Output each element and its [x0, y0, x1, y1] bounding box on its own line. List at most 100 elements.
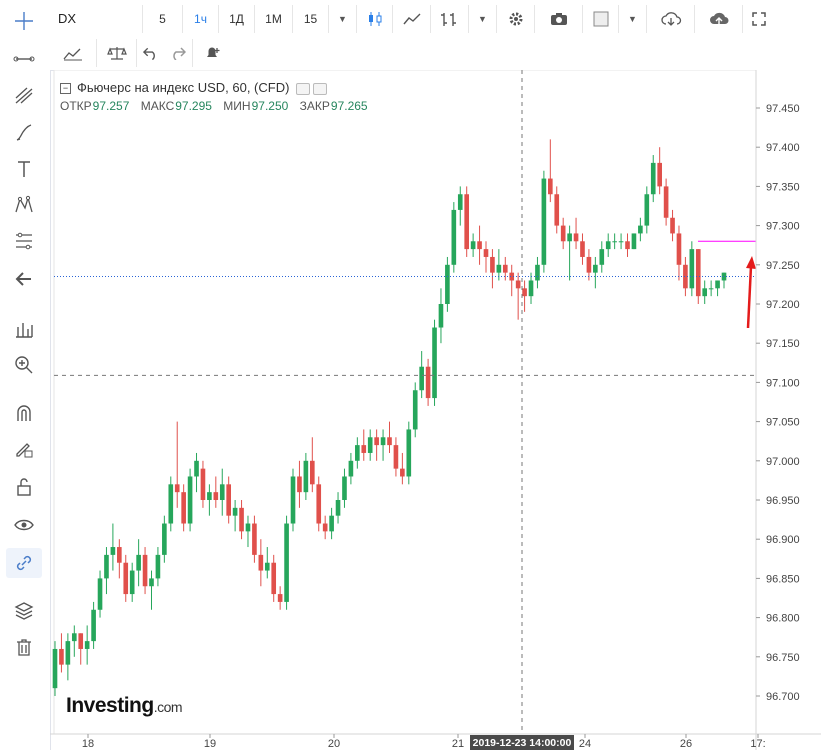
candle-body — [149, 578, 154, 587]
fullscreen-icon[interactable] — [742, 4, 774, 33]
candle-body — [560, 225, 566, 242]
candle-body — [97, 578, 103, 610]
time-tick-label: 26 — [680, 738, 692, 750]
interval-1m-button[interactable]: 1М — [254, 4, 292, 33]
close-label: ЗАКР — [299, 99, 330, 113]
interval-15-button[interactable]: 15 — [292, 4, 328, 33]
interval-1h-button[interactable]: 1ч — [182, 4, 218, 33]
candle-body — [226, 484, 231, 516]
pattern-icon[interactable] — [6, 190, 42, 220]
chart-type-dropdown[interactable]: ▼ — [468, 4, 496, 33]
candle-body — [297, 476, 302, 493]
price-tick-label: 97.400 — [766, 142, 800, 154]
settings-icon[interactable] — [496, 4, 534, 33]
brush-icon[interactable] — [6, 118, 42, 148]
measure-icon[interactable] — [6, 314, 42, 344]
crosshair-icon[interactable] — [6, 6, 42, 36]
line-icon[interactable] — [6, 44, 42, 74]
settings-small-icon[interactable] — [313, 82, 328, 95]
candle-body — [515, 280, 521, 289]
indicators-icon[interactable] — [50, 39, 96, 67]
chevron-down-icon: ▼ — [478, 13, 487, 24]
crosshair-time-label: 2019-12-23 14:00:00 — [473, 737, 572, 749]
interval-dropdown[interactable]: ▼ — [328, 4, 356, 33]
candle-body — [91, 609, 96, 642]
pitchfork-icon[interactable] — [6, 80, 42, 110]
candle-body — [316, 484, 322, 524]
candle-body — [496, 264, 502, 273]
area-style-icon[interactable] — [392, 4, 430, 33]
candle-body — [348, 460, 354, 477]
interval-1d-button[interactable]: 1Д — [218, 4, 254, 33]
eye-icon[interactable] — [6, 510, 42, 540]
price-tick-label: 97.150 — [766, 338, 800, 350]
logo-brand: Investing — [66, 694, 154, 717]
candle-body — [528, 280, 534, 297]
candle-body — [644, 194, 650, 226]
candle-body — [355, 445, 360, 461]
candle-body — [689, 249, 695, 289]
candle-body — [78, 633, 84, 649]
alert-icon[interactable] — [192, 38, 232, 67]
candle-body — [142, 554, 148, 587]
candle-body — [65, 641, 71, 665]
price-tick-label: 96.850 — [766, 573, 800, 585]
price-chart[interactable]: 97.28097.23597.1092019-12-23 14:00:00 97… — [50, 70, 821, 750]
candle-body — [213, 492, 219, 500]
price-tick-label: 97.050 — [766, 417, 800, 429]
chart-legend: − Фьючерс на индекс USD, 60, (CFD) ОТКР97… — [60, 80, 376, 113]
trash-icon[interactable] — [6, 632, 42, 662]
candle-body — [483, 249, 489, 257]
undo-icon[interactable] — [136, 38, 164, 67]
lock-draw-icon[interactable] — [6, 434, 42, 464]
candle-body — [117, 547, 122, 563]
candle-body — [631, 233, 637, 250]
high-value: 97.295 — [175, 99, 212, 113]
candle-body — [194, 460, 199, 477]
bar-style-icon[interactable] — [430, 4, 468, 33]
candle-body — [702, 288, 708, 297]
candle-body — [554, 194, 560, 226]
price-tick-label: 97.100 — [766, 377, 800, 389]
interval-5-button[interactable]: 5 — [142, 4, 182, 33]
candle-body — [412, 390, 418, 430]
candle-body — [593, 264, 598, 273]
redo-icon[interactable] — [164, 39, 192, 67]
visibility-toggle-icon[interactable] — [296, 82, 311, 95]
link-icon[interactable] — [6, 548, 42, 578]
candle-body — [290, 476, 296, 524]
candle-body — [438, 304, 444, 328]
zoom-icon[interactable] — [6, 350, 42, 380]
magnet-icon[interactable] — [6, 398, 42, 428]
candle-body — [367, 437, 373, 453]
candle-body — [200, 468, 206, 500]
candle-body — [232, 507, 238, 516]
top-toolbar: DX 5 1ч 1Д 1М 15 ▼ ▼ ▼ — [50, 0, 821, 71]
time-tick-label: 20 — [328, 738, 340, 750]
compare-icon[interactable] — [96, 38, 136, 67]
symbol-input[interactable]: DX — [50, 5, 142, 33]
layers-icon[interactable] — [6, 596, 42, 626]
price-tick-label: 96.700 — [766, 691, 800, 703]
color-dropdown[interactable]: ▼ — [618, 4, 646, 33]
fib-icon[interactable] — [6, 226, 42, 256]
text-icon[interactable] — [6, 154, 42, 184]
chart-grid — [53, 70, 757, 735]
price-tick-label: 97.300 — [766, 221, 800, 233]
candle-body — [708, 288, 714, 290]
candle-body — [432, 327, 437, 399]
rect-color-icon[interactable] — [582, 4, 618, 33]
cloud-download-icon[interactable] — [646, 4, 694, 33]
lock-icon[interactable] — [6, 472, 42, 502]
camera-icon[interactable] — [534, 4, 582, 33]
collapse-icon[interactable]: − — [60, 83, 71, 95]
candle-body — [303, 460, 309, 493]
candle-body — [522, 288, 527, 297]
candle-style-icon[interactable] — [356, 4, 392, 33]
cloud-upload-icon[interactable] — [694, 4, 742, 33]
candle-body — [535, 264, 540, 281]
arrow-left-icon[interactable] — [6, 264, 42, 294]
time-tick-label: 19 — [204, 738, 216, 750]
price-tick-label: 97.250 — [766, 260, 800, 272]
candle-body — [168, 484, 174, 524]
